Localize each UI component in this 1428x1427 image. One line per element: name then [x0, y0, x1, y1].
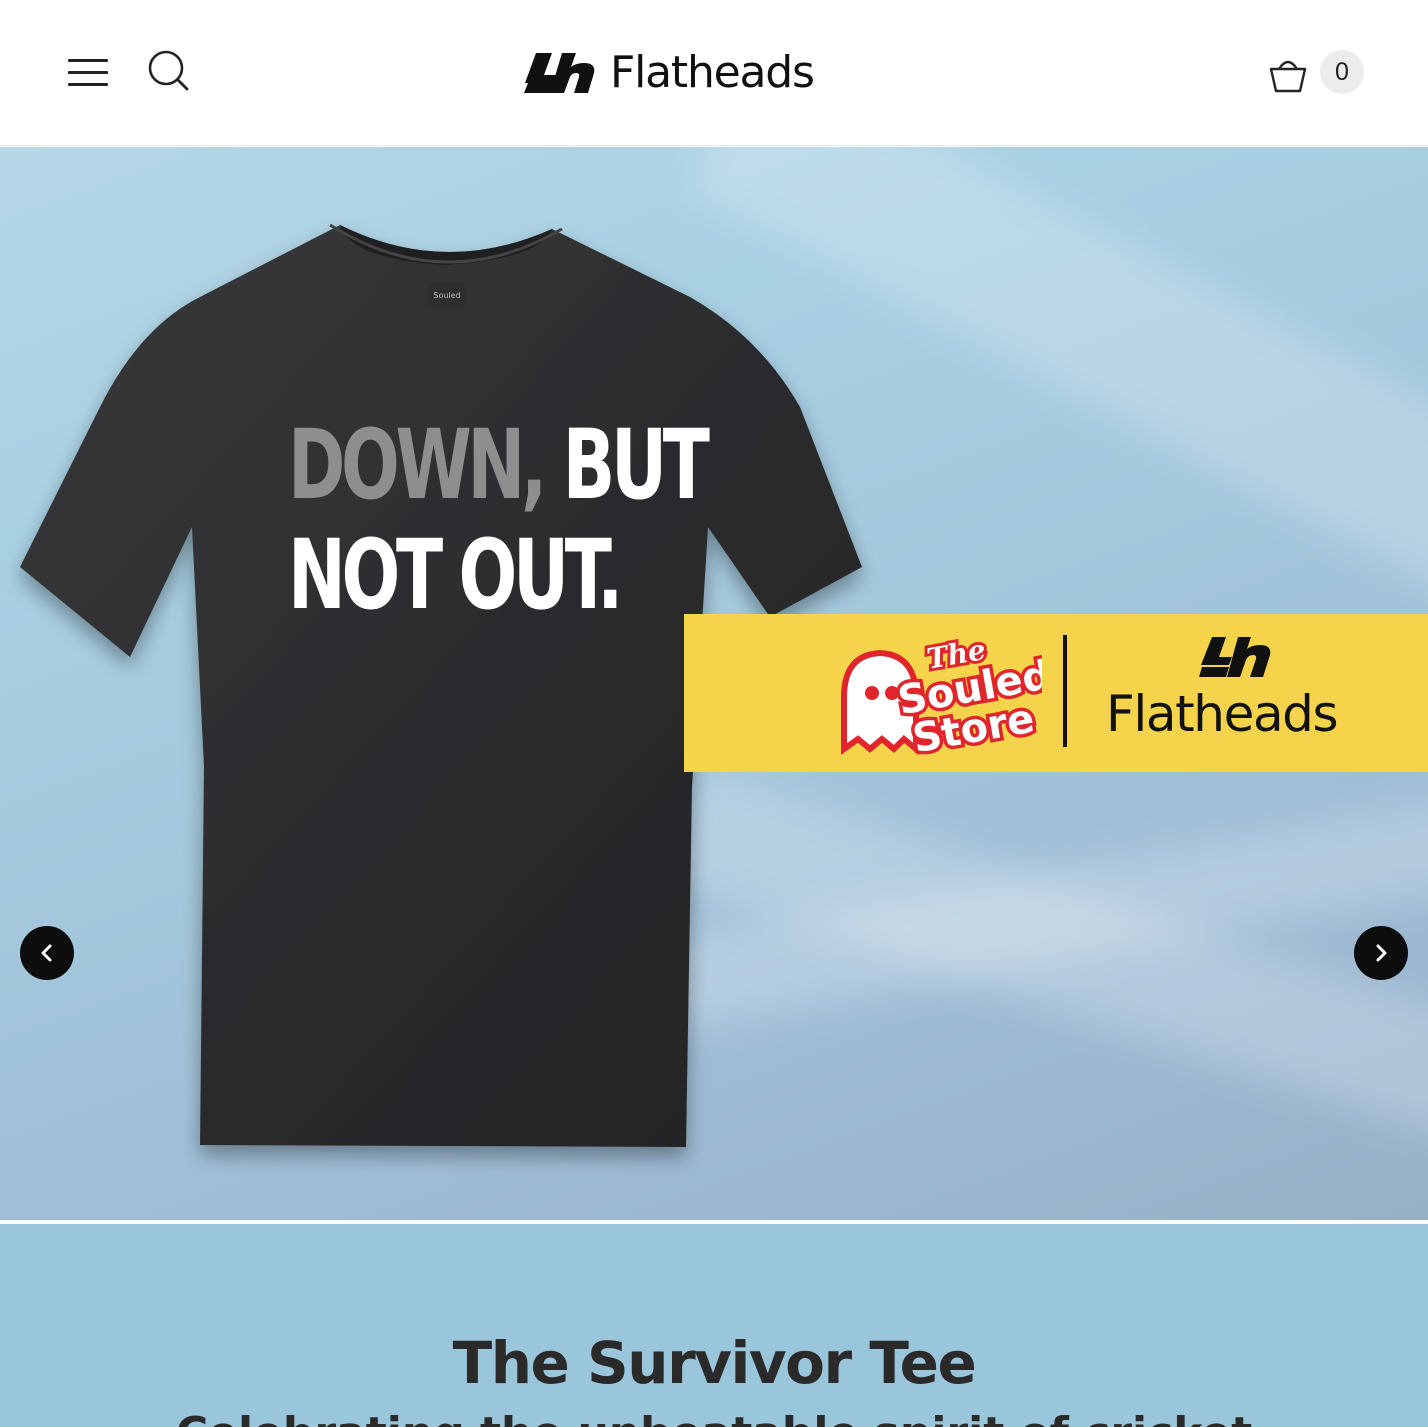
site-header: Flatheads 0 — [0, 0, 1428, 146]
banner-divider — [1063, 635, 1067, 747]
brand-name: Flatheads — [610, 47, 815, 98]
product-subtitle: Celebrating the unbeatable spirit of cri… — [0, 1412, 1428, 1427]
tshirt-print-white: BUT — [542, 409, 710, 521]
tshirt-print-line2: NOT OUT. — [288, 519, 623, 631]
chevron-right-icon — [1376, 944, 1387, 962]
banner-brand-name: Flatheads — [1106, 685, 1339, 743]
hamburger-menu-icon[interactable] — [68, 56, 108, 88]
neck-label: Souled — [428, 283, 466, 307]
hero-slideshow: Souled DOWN, BUT NOT OUT. The Souled Sto… — [0, 147, 1428, 1220]
site-logo[interactable]: Flatheads — [522, 44, 852, 102]
product-title: The Survivor Tee — [452, 1329, 977, 1397]
slideshow-prev-button[interactable] — [20, 926, 74, 980]
souled-store-logo: The Souled Store — [841, 630, 1042, 759]
basket-icon[interactable] — [1266, 52, 1310, 96]
slideshow-next-button[interactable] — [1354, 926, 1408, 980]
chevron-left-icon — [41, 944, 52, 962]
search-icon[interactable] — [146, 48, 192, 94]
tshirt-print: DOWN, BUT NOT OUT. — [288, 417, 710, 637]
tshirt-print-grey: DOWN, — [288, 409, 547, 521]
product-info-section: The Survivor Tee Celebrating the unbeata… — [0, 1224, 1428, 1427]
flatheads-logo-mark-icon — [524, 53, 595, 93]
svg-text:Souled: Souled — [433, 291, 460, 300]
flatheads-logo-mark-icon — [1199, 637, 1271, 677]
cart-count-badge[interactable]: 0 — [1320, 50, 1364, 94]
